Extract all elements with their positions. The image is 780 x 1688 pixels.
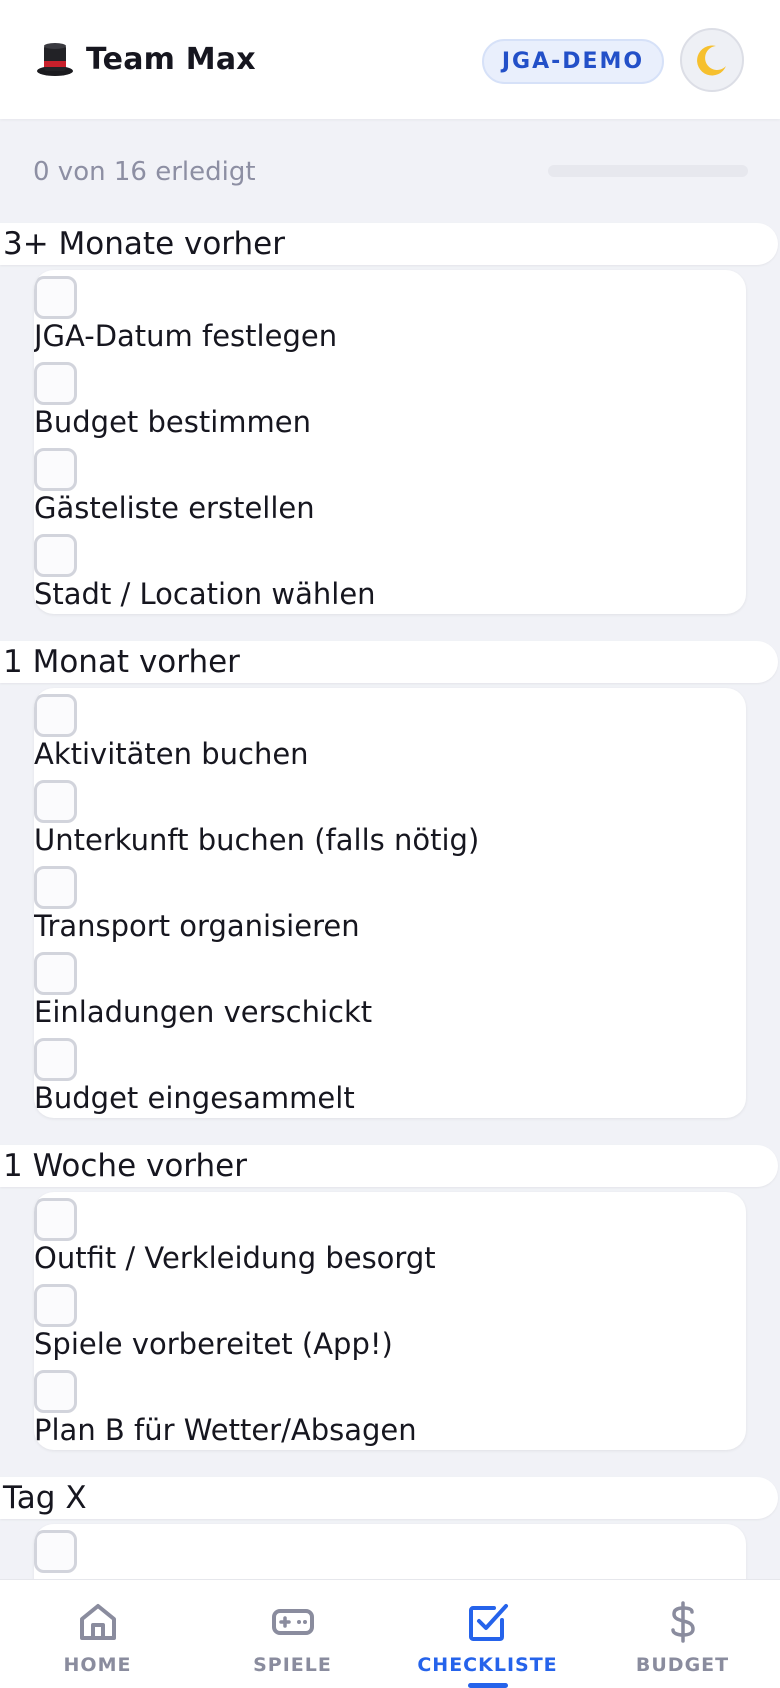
task-item[interactable]: Plan B für Wetter/Absagen [34, 1364, 746, 1450]
nav-home[interactable]: HOME [0, 1580, 195, 1688]
task-item[interactable]: Outfit / Verkleidung besorgt [34, 1192, 746, 1278]
nav-active-indicator [468, 1683, 508, 1688]
task-checkbox[interactable] [34, 1284, 77, 1327]
task-label: Aktivitäten buchen [34, 737, 309, 771]
task-item[interactable]: Aktivitäten buchen [34, 688, 746, 774]
task-label: Unterkunft buchen (falls nötig) [34, 823, 480, 857]
bottom-navigation: HOME SPIELE CHECKLISTE BUDGET [0, 1579, 780, 1688]
task-checkbox[interactable] [34, 534, 77, 577]
task-item[interactable]: Einladungen verschickt [34, 946, 746, 1032]
demo-badge[interactable]: JGA-DEMO [482, 39, 664, 84]
section-card: Outfit / Verkleidung besorgt Spiele vorb… [34, 1192, 746, 1450]
checkbox-icon [468, 1604, 508, 1641]
task-checkbox[interactable] [34, 780, 77, 823]
progress-bar [548, 165, 748, 177]
task-label: Budget eingesammelt [34, 1081, 355, 1115]
app-root: Team Max JGA-DEMO 0 von 16 erledigt 3+ M… [0, 0, 780, 1688]
section-header[interactable]: 1 Woche vorher [0, 1145, 778, 1187]
dollar-icon [670, 1601, 695, 1643]
nav-budget-label: BUDGET [635, 1654, 730, 1676]
task-item[interactable]: Spiele vorbereitet (App!) [34, 1278, 746, 1364]
progress-counter: 0 von 16 erledigt [33, 157, 256, 187]
task-checkbox[interactable] [34, 448, 77, 491]
task-item[interactable]: Budget bestimmen [34, 356, 746, 442]
task-item[interactable]: Gästeliste erstellen [34, 442, 746, 528]
moon-icon [697, 45, 726, 76]
theme-toggle-button[interactable] [680, 28, 744, 92]
task-label: Budget bestimmen [34, 405, 312, 439]
section-header[interactable]: Tag X [0, 1477, 778, 1519]
task-item[interactable]: Budget eingesammelt [34, 1032, 746, 1118]
task-label: Stadt / Location wählen [34, 577, 376, 611]
task-label: Transport organisieren [34, 909, 360, 943]
app-title: Team Max [36, 41, 256, 77]
task-checkbox[interactable] [34, 866, 77, 909]
task-label: Spiele vorbereitet (App!) [34, 1327, 393, 1361]
task-checkbox[interactable] [34, 1370, 77, 1413]
task-checkbox[interactable] [34, 1038, 77, 1081]
nav-spiele[interactable]: SPIELE [195, 1580, 390, 1688]
task-item[interactable]: Unterkunft buchen (falls nötig) [34, 774, 746, 860]
top-hat-icon [37, 43, 73, 76]
task-checkbox[interactable] [34, 694, 77, 737]
task-checkbox[interactable] [34, 952, 77, 995]
task-label: Outfit / Verkleidung besorgt [34, 1241, 436, 1275]
section-card: Aktivitäten buchen Unterkunft buchen (fa… [34, 688, 746, 1118]
task-label: Einladungen verschickt [34, 995, 373, 1029]
nav-spiele-label: SPIELE [253, 1654, 332, 1676]
task-checkbox[interactable] [34, 276, 77, 319]
task-checkbox[interactable] [34, 1198, 77, 1241]
task-checkbox[interactable] [34, 1530, 77, 1573]
task-label: Gästeliste erstellen [34, 491, 315, 525]
nav-checkliste-label: CHECKLISTE [417, 1654, 558, 1676]
nav-checkliste[interactable]: CHECKLISTE [390, 1580, 585, 1688]
section-card: JGA-Datum festlegen Budget bestimmen Gäs… [34, 270, 746, 614]
section-header[interactable]: 1 Monat vorher [0, 641, 778, 683]
nav-home-label: HOME [63, 1654, 132, 1676]
nav-budget[interactable]: BUDGET [585, 1580, 780, 1688]
section-header[interactable]: 3+ Monate vorher [0, 223, 778, 265]
home-icon [79, 1604, 116, 1640]
task-checkbox[interactable] [34, 362, 77, 405]
task-label: JGA-Datum festlegen [34, 319, 338, 353]
task-item[interactable]: JGA-Datum festlegen [34, 270, 746, 356]
task-label: Plan B für Wetter/Absagen [34, 1413, 417, 1447]
task-item[interactable]: Transport organisieren [34, 860, 746, 946]
team-name: Team Max [86, 41, 256, 77]
app-header: Team Max JGA-DEMO [0, 0, 780, 119]
gamepad-icon [271, 1609, 314, 1635]
task-item[interactable]: Stadt / Location wählen [34, 528, 746, 614]
